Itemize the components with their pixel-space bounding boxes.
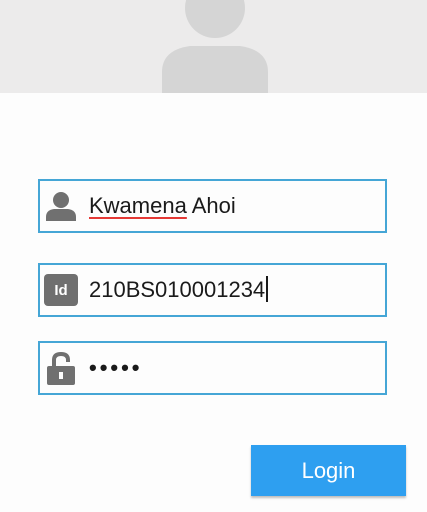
- login-button[interactable]: Login: [251, 445, 406, 496]
- name-field[interactable]: Kwamena Ahoi: [38, 179, 387, 233]
- profile-header: [0, 0, 427, 93]
- password-value[interactable]: •••••: [89, 343, 143, 393]
- id-icon-label: Id: [44, 274, 78, 306]
- person-icon: [43, 188, 79, 224]
- id-value-container[interactable]: 210BS010001234: [89, 265, 269, 315]
- lock-icon: [43, 350, 79, 386]
- user-silhouette-icon: [162, 0, 268, 93]
- name-value[interactable]: Kwamena Ahoi: [89, 181, 236, 231]
- name-first-word: Kwamena: [89, 193, 187, 218]
- name-rest: Ahoi: [186, 193, 236, 218]
- id-field[interactable]: Id 210BS010001234: [38, 263, 387, 317]
- id-value: 210BS010001234: [89, 277, 266, 302]
- login-screen: Kwamena Ahoi Id 210BS010001234 ••••• Log…: [0, 0, 427, 512]
- id-card-icon: Id: [43, 272, 79, 308]
- password-field[interactable]: •••••: [38, 341, 387, 395]
- text-cursor: [266, 276, 269, 303]
